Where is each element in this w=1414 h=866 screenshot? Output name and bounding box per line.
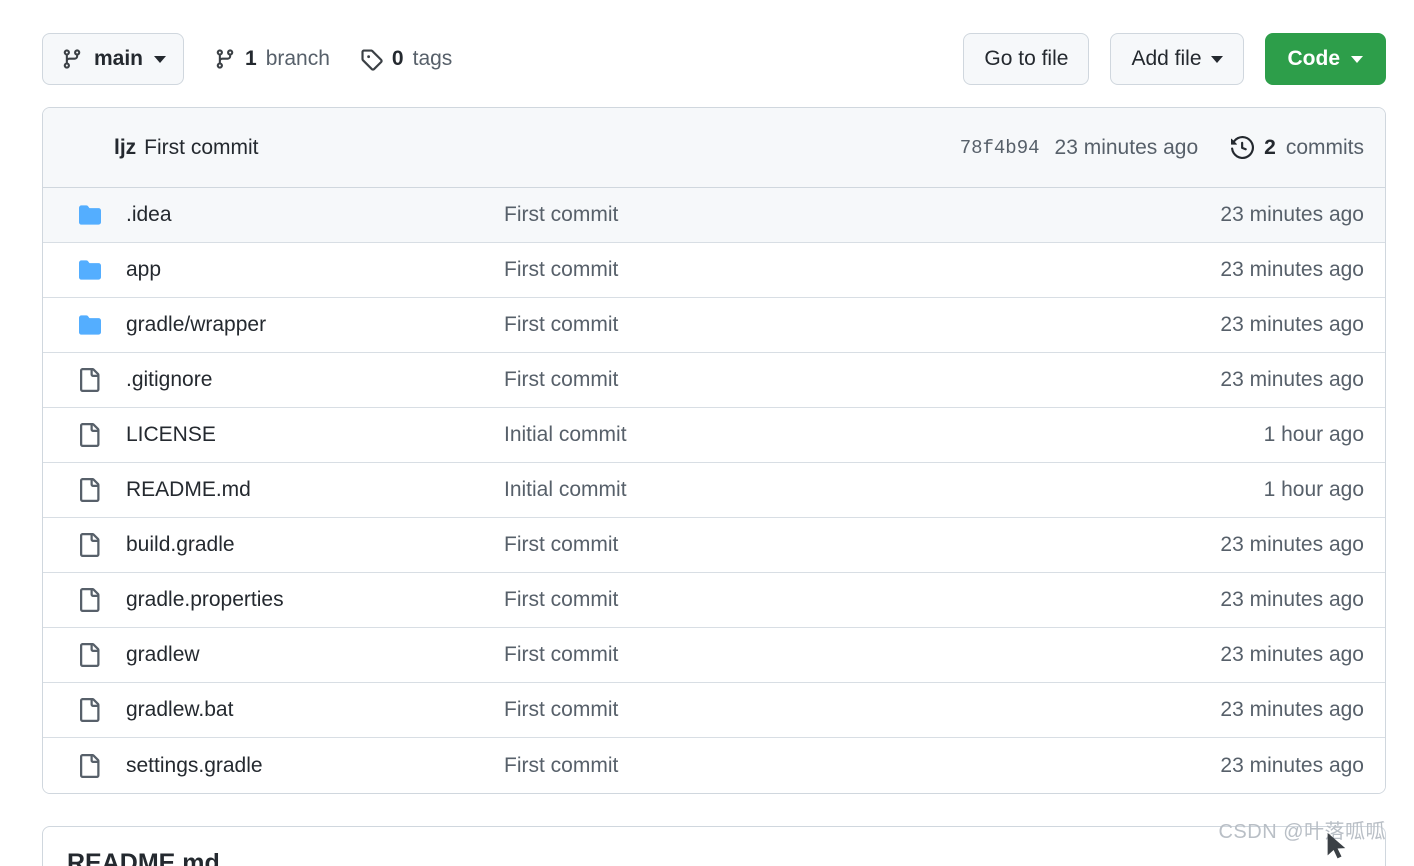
file-commit-message[interactable]: First commit: [504, 698, 1220, 722]
file-timestamp: 23 minutes ago: [1220, 313, 1364, 336]
repo-toolbar: main 1 branch 0 tags Go to file Add file…: [42, 33, 1386, 85]
go-to-file-label: Go to file: [984, 47, 1069, 70]
file-commit-message[interactable]: First commit: [504, 258, 1220, 282]
file-row[interactable]: LICENSE Initial commit 1 hour ago: [43, 408, 1385, 463]
branch-selector-button[interactable]: main: [42, 33, 185, 85]
file-timestamp: 23 minutes ago: [1220, 698, 1364, 721]
tag-count-value: 0: [391, 47, 404, 70]
folder-icon: [65, 314, 103, 336]
file-name-link[interactable]: app: [103, 258, 504, 282]
commit-timestamp: 23 minutes ago: [1054, 135, 1199, 159]
folder-icon: [65, 204, 103, 226]
git-branch-icon: [214, 48, 236, 70]
file-icon: [65, 533, 103, 557]
branch-selector-label: main: [94, 47, 144, 70]
file-timestamp: 23 minutes ago: [1220, 533, 1364, 556]
add-file-label: Add file: [1131, 47, 1202, 70]
file-name-link[interactable]: gradlew.bat: [103, 698, 504, 722]
file-name-link[interactable]: gradle.properties: [103, 588, 504, 612]
code-button-label: Code: [1287, 47, 1341, 70]
file-name-link[interactable]: LICENSE: [103, 423, 504, 447]
history-clock-icon: [1231, 136, 1255, 159]
file-row[interactable]: settings.gradle First commit 23 minutes ag…: [43, 738, 1385, 793]
file-list-panel: ljz First commit 78f4b94 23 minutes ago …: [42, 107, 1386, 794]
file-icon: [65, 698, 103, 722]
file-timestamp: 1 hour ago: [1263, 478, 1364, 501]
file-row[interactable]: gradlew First commit 23 minutes ago: [43, 628, 1385, 683]
file-row[interactable]: gradle/wrapper First commit 23 minutes ago: [43, 298, 1385, 353]
file-name-link[interactable]: .gitignore: [103, 368, 504, 392]
chevron-down-icon: [1351, 55, 1363, 63]
readme-panel: README.md: [42, 826, 1386, 866]
file-commit-message[interactable]: First commit: [504, 754, 1220, 778]
file-timestamp: 23 minutes ago: [1220, 643, 1364, 666]
add-file-button[interactable]: Add file: [1110, 33, 1244, 85]
chevron-down-icon: [154, 55, 167, 63]
file-commit-message[interactable]: First commit: [504, 203, 1220, 227]
file-name-link[interactable]: build.gradle: [103, 533, 504, 557]
file-icon: [65, 423, 103, 447]
file-icon: [65, 643, 103, 667]
commit-author[interactable]: ljz: [114, 136, 136, 160]
file-name-link[interactable]: .idea: [103, 203, 504, 227]
latest-commit-bar: ljz First commit 78f4b94 23 minutes ago …: [43, 108, 1385, 188]
file-icon: [65, 753, 103, 778]
file-rows: .idea First commit 23 minutes ago app First …: [43, 188, 1385, 793]
readme-title: README.md: [67, 849, 220, 866]
file-row[interactable]: gradle.properties First commit 23 minutes …: [43, 573, 1385, 628]
file-row[interactable]: build.gradle First commit 23 minutes ago: [43, 518, 1385, 573]
file-name-link[interactable]: README.md: [103, 478, 504, 502]
commits-count-value: 2: [1264, 135, 1276, 159]
file-row[interactable]: gradlew.bat First commit 23 minutes ago: [43, 683, 1385, 738]
chevron-down-icon: [1210, 55, 1223, 63]
commit-message[interactable]: First commit: [144, 136, 258, 160]
file-timestamp: 23 minutes ago: [1220, 368, 1364, 391]
go-to-file-button[interactable]: Go to file: [963, 33, 1090, 85]
file-row[interactable]: README.md Initial commit 1 hour ago: [43, 463, 1385, 518]
file-timestamp: 23 minutes ago: [1220, 203, 1364, 226]
file-commit-message[interactable]: First commit: [504, 533, 1220, 557]
folder-icon: [65, 259, 103, 281]
branch-count-value: 1: [245, 47, 257, 70]
repository-file-browser: main 1 branch 0 tags Go to file Add file…: [0, 0, 1414, 866]
file-icon: [65, 478, 103, 502]
tag-count-label: tags: [412, 47, 453, 70]
tag-icon: [360, 48, 383, 71]
file-commit-message[interactable]: First commit: [504, 643, 1220, 667]
file-commit-message[interactable]: Initial commit: [504, 478, 1264, 502]
file-commit-message[interactable]: First commit: [504, 588, 1220, 612]
commit-sha[interactable]: 78f4b94: [960, 137, 1040, 159]
file-row[interactable]: .gitignore First commit 23 minutes ago: [43, 353, 1385, 408]
file-name-link[interactable]: gradlew: [103, 643, 504, 667]
branch-count-link[interactable]: 1 branch: [214, 47, 330, 71]
file-row[interactable]: .idea First commit 23 minutes ago: [43, 188, 1385, 243]
file-name-link[interactable]: gradle/wrapper: [103, 313, 504, 337]
file-row[interactable]: app First commit 23 minutes ago: [43, 243, 1385, 298]
file-icon: [65, 368, 103, 392]
file-commit-message[interactable]: Initial commit: [504, 423, 1264, 447]
commit-meta: 78f4b94 23 minutes ago 2 commits: [960, 136, 1364, 160]
file-icon: [65, 588, 103, 612]
file-name-link[interactable]: settings.gradle: [103, 754, 504, 778]
branch-count-label: branch: [265, 47, 330, 70]
file-timestamp: 1 hour ago: [1263, 423, 1364, 446]
file-timestamp: 23 minutes ago: [1220, 753, 1364, 777]
file-commit-message[interactable]: First commit: [504, 313, 1220, 337]
file-timestamp: 23 minutes ago: [1220, 258, 1364, 281]
tag-count-link[interactable]: 0 tags: [360, 47, 452, 71]
file-timestamp: 23 minutes ago: [1220, 588, 1364, 611]
code-button[interactable]: Code: [1264, 33, 1386, 85]
commits-count-link[interactable]: 2 commits: [1231, 136, 1364, 160]
git-branch-icon: [61, 48, 83, 70]
file-commit-message[interactable]: First commit: [504, 368, 1220, 392]
commits-count-label: commits: [1285, 135, 1364, 159]
